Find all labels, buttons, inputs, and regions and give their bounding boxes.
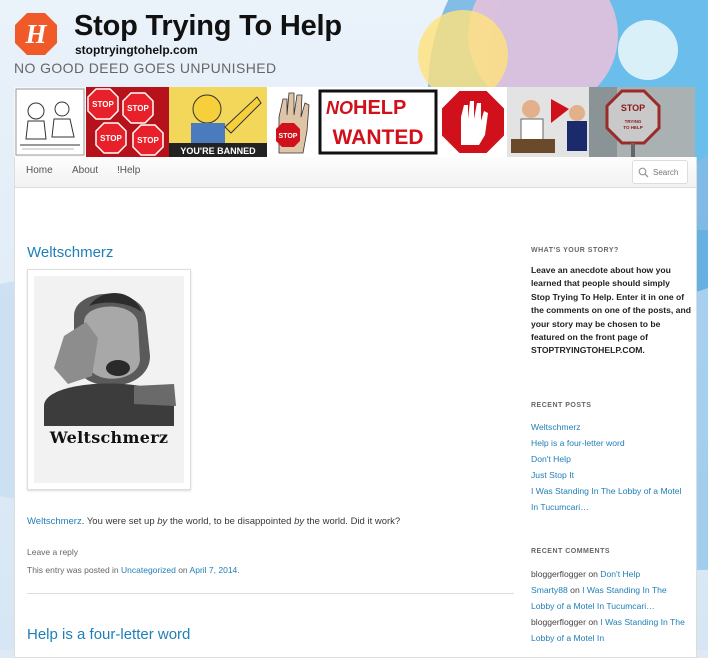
nav-about[interactable]: About xyxy=(72,165,98,176)
story-widget-title: WHAT'S YOUR STORY? xyxy=(531,247,619,254)
svg-text:STOP: STOP xyxy=(279,133,298,140)
main-nav: Home About !Help xyxy=(15,157,696,188)
recent-post-link[interactable]: Don't Help xyxy=(531,454,571,464)
recent-post-link[interactable]: Weltschmerz xyxy=(531,422,581,432)
nav-home[interactable]: Home xyxy=(26,165,53,176)
post-title-help-is-four-letter-word[interactable]: Help is a four-letter word xyxy=(27,626,190,643)
page-content: Home About !Help Weltschmerz Welts xyxy=(14,157,697,658)
svg-text:NO: NO xyxy=(326,98,353,118)
site-url: stoptryingtohelp.com xyxy=(75,43,198,57)
megaphone-office-image xyxy=(507,87,589,157)
list-item: I Was Standing In The Lobby of a Motel I… xyxy=(531,483,691,515)
svg-text:WANTED: WANTED xyxy=(333,126,424,149)
list-item: Weltschmerz xyxy=(531,419,691,435)
post-title-weltschmerz[interactable]: Weltschmerz xyxy=(27,244,113,261)
stop-trying-to-help-sign-image: STOP TRYING TO HELP xyxy=(589,87,695,157)
post-divider xyxy=(27,593,514,594)
list-item: bloggerflogger on I Was Standing In The … xyxy=(531,617,685,643)
svg-text:STOP: STOP xyxy=(137,136,159,145)
svg-text:HELP: HELP xyxy=(353,97,406,119)
header-banner[interactable]: STOP STOP STOP STOP YOU'RE BANNED STOP N… xyxy=(14,87,695,157)
site-description: NO GOOD DEED GOES UNPUNISHED xyxy=(14,60,277,76)
story-widget-text: Leave an anecdote about how you learned … xyxy=(531,265,691,356)
post-image[interactable]: Weltschmerz xyxy=(27,269,191,490)
comment-author: bloggerflogger xyxy=(531,569,586,579)
leave-reply-link[interactable]: Leave a reply xyxy=(27,547,78,557)
svg-text:TO HELP: TO HELP xyxy=(623,125,642,130)
list-item: Help is a four-letter word xyxy=(531,435,691,451)
crying-child-image xyxy=(34,276,184,426)
date-link[interactable]: April 7, 2014 xyxy=(190,565,238,575)
comment-author-link[interactable]: Smarty88 xyxy=(531,585,568,595)
search-icon xyxy=(638,167,649,177)
stop-signs-image: STOP STOP STOP STOP xyxy=(86,87,169,157)
search-input[interactable] xyxy=(649,167,687,177)
recent-posts-title: RECENT POSTS xyxy=(531,402,592,409)
site-logo-icon[interactable]: H xyxy=(14,12,58,56)
site-title[interactable]: Stop Trying To Help xyxy=(74,10,342,43)
search-box[interactable] xyxy=(632,160,688,184)
post-meta: This entry was posted in Uncategorized o… xyxy=(27,565,240,575)
recent-post-link[interactable]: I Was Standing In The Lobby of a Motel I… xyxy=(531,486,681,512)
comment-author: bloggerflogger xyxy=(531,617,586,627)
svg-text:H: H xyxy=(24,19,47,49)
svg-text:STOP: STOP xyxy=(621,103,645,113)
list-item: Don't Help xyxy=(531,451,691,467)
recent-post-link[interactable]: Help is a four-letter word xyxy=(531,438,625,448)
comment-post-link[interactable]: Don't Help xyxy=(600,569,640,579)
svg-text:TRYING: TRYING xyxy=(625,119,642,124)
stop-hand-image: STOP xyxy=(267,87,317,157)
youre-banned-image: YOU'RE BANNED xyxy=(169,87,267,157)
category-link[interactable]: Uncategorized xyxy=(121,565,176,575)
svg-text:STOP: STOP xyxy=(100,134,122,143)
stop-octagon-hand-image xyxy=(439,87,507,157)
list-item: Just Stop It xyxy=(531,467,691,483)
svg-text:STOP: STOP xyxy=(127,104,149,113)
excerpt-link[interactable]: Weltschmerz xyxy=(27,516,82,527)
post-excerpt: Weltschmerz. You were set up by the worl… xyxy=(27,516,401,527)
recent-comments-title: RECENT COMMENTS xyxy=(531,548,611,555)
svg-text:YOU'RE BANNED: YOU'RE BANNED xyxy=(180,146,256,156)
nav-help[interactable]: !Help xyxy=(117,165,140,176)
recent-posts-list: Weltschmerz Help is a four-letter word D… xyxy=(531,419,691,515)
list-item: bloggerflogger on Don't Help xyxy=(531,569,641,579)
recent-post-link[interactable]: Just Stop It xyxy=(531,470,574,480)
cartoon-image xyxy=(14,87,86,157)
list-item: Smarty88 on I Was Standing In The Lobby … xyxy=(531,585,667,611)
recent-comments-list: bloggerflogger on Don't Help Smarty88 on… xyxy=(531,566,691,646)
post-image-caption: Weltschmerz xyxy=(49,428,169,447)
svg-text:STOP: STOP xyxy=(92,100,114,109)
no-help-wanted-sign: NO HELP WANTED xyxy=(317,87,439,157)
